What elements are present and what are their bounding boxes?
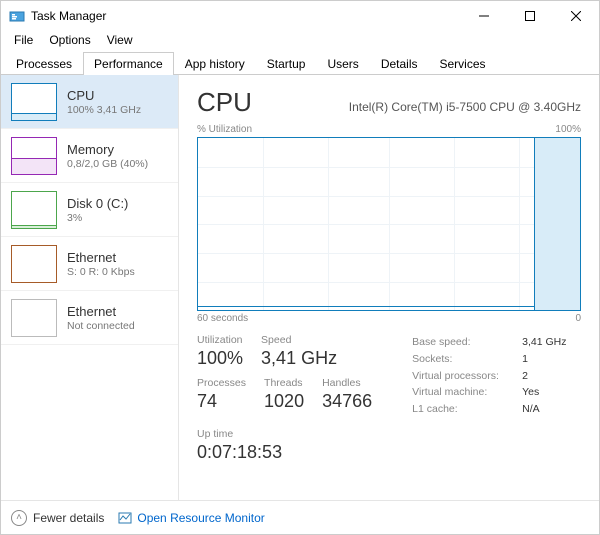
titlebar: Task Manager — [1, 1, 599, 31]
body: CPU 100% 3,41 GHz Memory 0,8/2,0 GB (40%… — [1, 75, 599, 500]
stat-uptime: Up time 0:07:18:53 — [197, 428, 372, 463]
tab-services[interactable]: Services — [429, 52, 497, 75]
stat-label: Speed — [261, 334, 337, 346]
stat-value: 100% — [197, 348, 243, 369]
page-title: CPU — [197, 87, 252, 118]
sidebar: CPU 100% 3,41 GHz Memory 0,8/2,0 GB (40%… — [1, 75, 179, 500]
sidebar-item-sub: 100% 3,41 GHz — [67, 104, 141, 116]
cpu-chart-fill — [534, 138, 580, 310]
stat-label: Up time — [197, 428, 372, 440]
info-base-speed: Base speed:3,41 GHz — [412, 334, 566, 351]
info-virtual-machine: Virtual machine:Yes — [412, 384, 566, 401]
cpu-utilization-chart[interactable] — [197, 137, 581, 311]
cpu-model-label: Intel(R) Core(TM) i5-7500 CPU @ 3.40GHz — [252, 100, 581, 114]
stat-speed: Speed 3,41 GHz — [261, 334, 337, 369]
tab-startup[interactable]: Startup — [256, 52, 317, 75]
stat-value: 74 — [197, 391, 246, 412]
tab-details[interactable]: Details — [370, 52, 429, 75]
sidebar-item-sub: 3% — [67, 212, 128, 224]
disk-thumb-icon — [11, 191, 57, 229]
ethernet-thumb-icon — [11, 245, 57, 283]
fewer-details-label: Fewer details — [33, 511, 104, 525]
close-button[interactable] — [553, 1, 599, 31]
memory-thumb-icon — [11, 137, 57, 175]
sidebar-item-sub: 0,8/2,0 GB (40%) — [67, 158, 148, 170]
menu-view[interactable]: View — [100, 31, 140, 51]
chart-top-labels: % Utilization 100% — [197, 124, 581, 135]
sidebar-item-memory[interactable]: Memory 0,8/2,0 GB (40%) — [1, 129, 178, 183]
stat-label: Utilization — [197, 334, 243, 346]
stats-left-col: Utilization 100% Speed 3,41 GHz Processe… — [197, 334, 372, 463]
maximize-button[interactable] — [507, 1, 553, 31]
minimize-button[interactable] — [461, 1, 507, 31]
utilization-label: % Utilization — [197, 124, 252, 135]
open-resource-monitor-label: Open Resource Monitor — [137, 511, 264, 525]
tabs: Processes Performance App history Startu… — [1, 51, 599, 75]
stat-handles: Handles 34766 — [322, 377, 372, 412]
menubar: File Options View — [1, 31, 599, 51]
stats-right-col: Base speed:3,41 GHz Sockets:1 Virtual pr… — [412, 334, 566, 463]
xaxis-right-label: 0 — [575, 313, 581, 324]
stat-value: 1020 — [264, 391, 304, 412]
stat-processes: Processes 74 — [197, 377, 246, 412]
tab-users[interactable]: Users — [316, 52, 369, 75]
app-icon — [9, 8, 25, 24]
stat-label: Processes — [197, 377, 246, 389]
utilization-max-label: 100% — [555, 124, 581, 135]
stat-value: 34766 — [322, 391, 372, 412]
open-resource-monitor-link[interactable]: Open Resource Monitor — [118, 511, 264, 525]
resource-monitor-icon — [118, 511, 132, 525]
tab-performance[interactable]: Performance — [83, 52, 174, 75]
window-title: Task Manager — [31, 9, 461, 23]
window-controls — [461, 1, 599, 31]
xaxis-left-label: 60 seconds — [197, 313, 248, 324]
sidebar-item-label: Disk 0 (C:) — [67, 196, 128, 211]
sidebar-item-sub: Not connected — [67, 320, 135, 332]
info-sockets: Sockets:1 — [412, 351, 566, 368]
sidebar-item-label: Ethernet — [67, 304, 135, 319]
footer: ˄ Fewer details Open Resource Monitor — [1, 500, 599, 534]
fewer-details-button[interactable]: ˄ Fewer details — [11, 510, 104, 526]
sidebar-item-text: Disk 0 (C:) 3% — [67, 196, 128, 224]
main-header: CPU Intel(R) Core(TM) i5-7500 CPU @ 3.40… — [197, 87, 581, 118]
sidebar-item-label: CPU — [67, 88, 141, 103]
menu-options[interactable]: Options — [42, 31, 97, 51]
stat-threads: Threads 1020 — [264, 377, 304, 412]
stat-utilization: Utilization 100% — [197, 334, 243, 369]
main-panel: CPU Intel(R) Core(TM) i5-7500 CPU @ 3.40… — [179, 75, 599, 500]
stat-label: Threads — [264, 377, 304, 389]
stat-label: Handles — [322, 377, 372, 389]
sidebar-item-label: Ethernet — [67, 250, 135, 265]
sidebar-item-ethernet-1[interactable]: Ethernet S: 0 R: 0 Kbps — [1, 237, 178, 291]
sidebar-item-cpu[interactable]: CPU 100% 3,41 GHz — [1, 75, 178, 129]
stat-value: 0:07:18:53 — [197, 442, 372, 463]
info-virtual-processors: Virtual processors:2 — [412, 368, 566, 385]
stat-value: 3,41 GHz — [261, 348, 337, 369]
task-manager-window: Task Manager File Options View Processes… — [0, 0, 600, 535]
chart-bottom-labels: 60 seconds 0 — [197, 313, 581, 324]
sidebar-item-text: Ethernet Not connected — [67, 304, 135, 332]
menu-file[interactable]: File — [7, 31, 40, 51]
tab-processes[interactable]: Processes — [5, 52, 83, 75]
cpu-thumb-icon — [11, 83, 57, 121]
ethernet-thumb-icon — [11, 299, 57, 337]
stats-area: Utilization 100% Speed 3,41 GHz Processe… — [197, 334, 581, 463]
chevron-up-icon: ˄ — [11, 510, 27, 526]
sidebar-item-text: Memory 0,8/2,0 GB (40%) — [67, 142, 148, 170]
sidebar-item-text: CPU 100% 3,41 GHz — [67, 88, 141, 116]
sidebar-item-sub: S: 0 R: 0 Kbps — [67, 266, 135, 278]
info-l1-cache: L1 cache:N/A — [412, 401, 566, 418]
tab-app-history[interactable]: App history — [174, 52, 256, 75]
sidebar-item-disk[interactable]: Disk 0 (C:) 3% — [1, 183, 178, 237]
cpu-chart-line — [198, 306, 534, 307]
sidebar-item-label: Memory — [67, 142, 148, 157]
sidebar-item-ethernet-2[interactable]: Ethernet Not connected — [1, 291, 178, 345]
sidebar-item-text: Ethernet S: 0 R: 0 Kbps — [67, 250, 135, 278]
